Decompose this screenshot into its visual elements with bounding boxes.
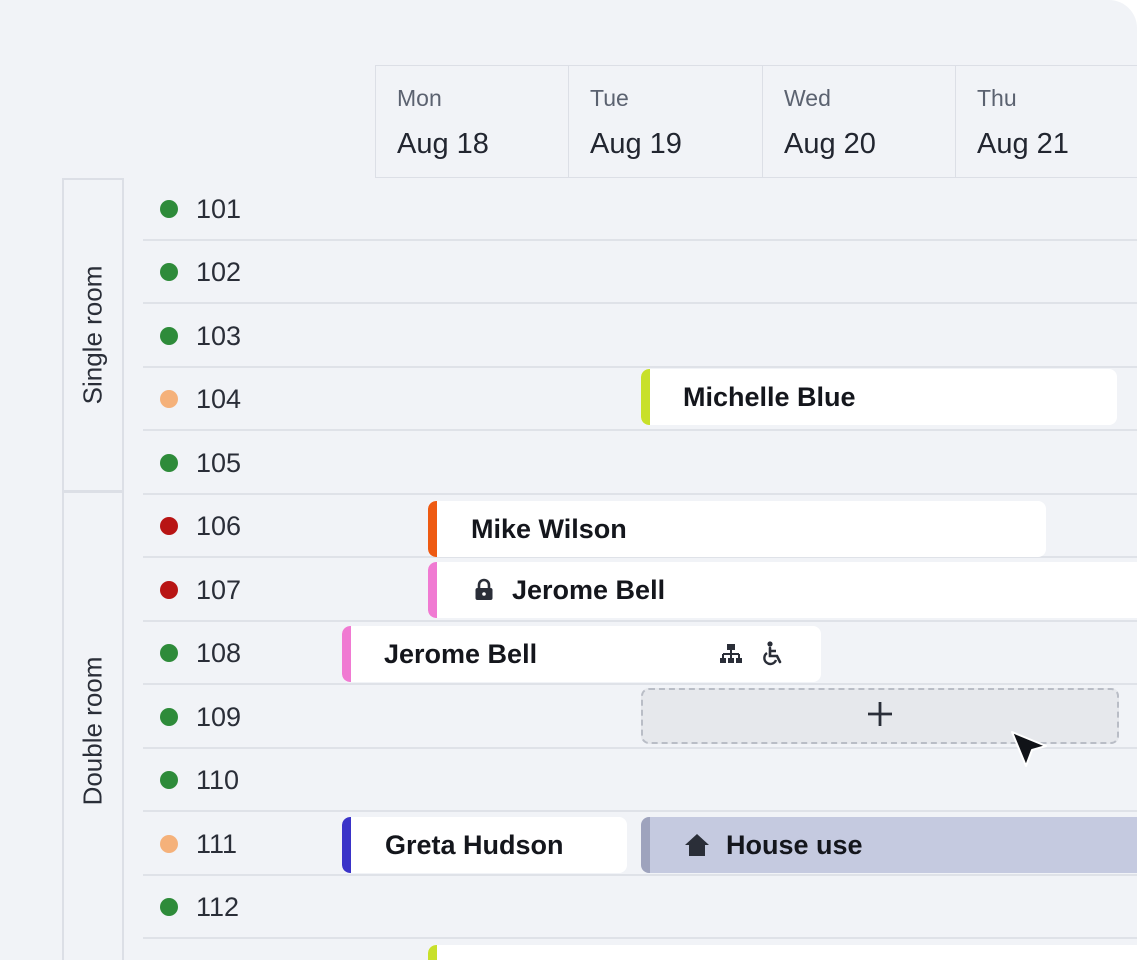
category-label: Double room bbox=[77, 656, 108, 806]
room-number: 103 bbox=[196, 320, 242, 351]
room-106[interactable]: 106 bbox=[160, 511, 241, 541]
room-104[interactable]: 104 bbox=[160, 384, 241, 414]
booking-guest-name: Jerome Bell bbox=[512, 574, 666, 605]
booking-house-use[interactable]: House use bbox=[641, 817, 1137, 873]
booking-jerome-bell-108[interactable]: Jerome Bell bbox=[342, 626, 821, 682]
status-dot bbox=[160, 581, 178, 599]
room-calendar: Mon Aug 18 Tue Aug 19 Wed Aug 20 Thu Aug… bbox=[0, 0, 1137, 960]
category-single-room: Single room bbox=[62, 178, 124, 492]
row-divider bbox=[143, 366, 1137, 368]
room-number: 102 bbox=[196, 256, 242, 287]
row-divider bbox=[143, 683, 1137, 685]
row-divider bbox=[143, 874, 1137, 876]
status-dot bbox=[160, 835, 178, 853]
room-number: 107 bbox=[196, 574, 242, 605]
booking-jerome-bell-107[interactable]: Jerome Bell bbox=[428, 562, 1137, 618]
room-103[interactable]: 103 bbox=[160, 321, 241, 351]
lock-icon bbox=[472, 578, 496, 602]
row-divider bbox=[143, 302, 1137, 304]
booking-partial[interactable] bbox=[428, 945, 1137, 960]
booking-accent-bar bbox=[342, 817, 351, 873]
day-date: Aug 19 bbox=[590, 128, 682, 160]
booking-accent-bar bbox=[641, 817, 650, 873]
row-divider bbox=[143, 810, 1137, 812]
day-header-tue: Tue Aug 19 bbox=[568, 65, 762, 178]
booking-guest-name: House use bbox=[726, 829, 863, 860]
row-divider bbox=[143, 620, 1137, 622]
booking-greta-hudson[interactable]: Greta Hudson bbox=[342, 817, 627, 873]
day-date: Aug 18 bbox=[397, 128, 489, 160]
booking-guest-name: Michelle Blue bbox=[683, 381, 856, 412]
room-107[interactable]: 107 bbox=[160, 575, 241, 605]
room-101[interactable]: 101 bbox=[160, 194, 241, 224]
room-number: 108 bbox=[196, 637, 242, 668]
day-of-week: Thu bbox=[977, 85, 1017, 111]
mouse-pointer-icon bbox=[1010, 730, 1048, 775]
room-102[interactable]: 102 bbox=[160, 257, 241, 287]
room-number: 109 bbox=[196, 701, 242, 732]
room-number: 112 bbox=[196, 891, 240, 922]
room-number: 105 bbox=[196, 447, 242, 478]
status-dot bbox=[160, 390, 178, 408]
room-111[interactable]: 111 bbox=[160, 829, 237, 859]
room-number: 110 bbox=[196, 764, 240, 795]
booking-mike-wilson[interactable]: Mike Wilson bbox=[428, 501, 1046, 557]
booking-accent-bar bbox=[342, 626, 351, 682]
status-dot bbox=[160, 898, 178, 916]
room-number: 106 bbox=[196, 510, 242, 541]
row-divider bbox=[143, 493, 1137, 495]
room-number: 111 bbox=[196, 828, 238, 859]
booking-michelle-blue[interactable]: Michelle Blue bbox=[641, 369, 1117, 425]
house-icon bbox=[684, 833, 710, 857]
booking-accent-bar bbox=[641, 369, 650, 425]
room-number: 104 bbox=[196, 383, 242, 414]
booking-guest-name: Jerome Bell bbox=[384, 638, 538, 669]
day-header-mon: Mon Aug 18 bbox=[375, 65, 569, 178]
booking-guest-name: Mike Wilson bbox=[471, 513, 627, 544]
plus-icon bbox=[866, 700, 894, 733]
row-divider bbox=[143, 239, 1137, 241]
category-double-room: Double room bbox=[62, 491, 124, 960]
day-date: Aug 20 bbox=[784, 128, 876, 160]
day-header-wed: Wed Aug 20 bbox=[762, 65, 956, 178]
day-of-week: Wed bbox=[784, 85, 831, 111]
wheelchair-icon bbox=[761, 641, 785, 667]
row-divider bbox=[143, 429, 1137, 431]
room-105[interactable]: 105 bbox=[160, 448, 241, 478]
room-110[interactable]: 110 bbox=[160, 765, 239, 795]
category-label: Single room bbox=[77, 265, 108, 405]
row-divider bbox=[143, 937, 1137, 939]
status-dot bbox=[160, 708, 178, 726]
day-header-thu: Thu Aug 21 bbox=[955, 65, 1137, 178]
status-dot bbox=[160, 771, 178, 789]
day-date: Aug 21 bbox=[977, 128, 1069, 160]
room-number: 101 bbox=[196, 193, 242, 224]
booking-guest-name: Greta Hudson bbox=[385, 829, 564, 860]
room-112[interactable]: 112 bbox=[160, 892, 239, 922]
status-dot bbox=[160, 263, 178, 281]
status-dot bbox=[160, 644, 178, 662]
day-of-week: Tue bbox=[590, 85, 629, 111]
booking-accent-bar bbox=[428, 945, 437, 960]
booking-accent-bar bbox=[428, 562, 437, 618]
status-dot bbox=[160, 200, 178, 218]
status-dot bbox=[160, 454, 178, 472]
booking-accent-bar bbox=[428, 501, 437, 557]
sitemap-icon bbox=[719, 642, 743, 666]
room-108[interactable]: 108 bbox=[160, 638, 241, 668]
room-109[interactable]: 109 bbox=[160, 702, 241, 732]
day-of-week: Mon bbox=[397, 85, 442, 111]
row-divider bbox=[143, 747, 1137, 749]
status-dot bbox=[160, 327, 178, 345]
status-dot bbox=[160, 517, 178, 535]
